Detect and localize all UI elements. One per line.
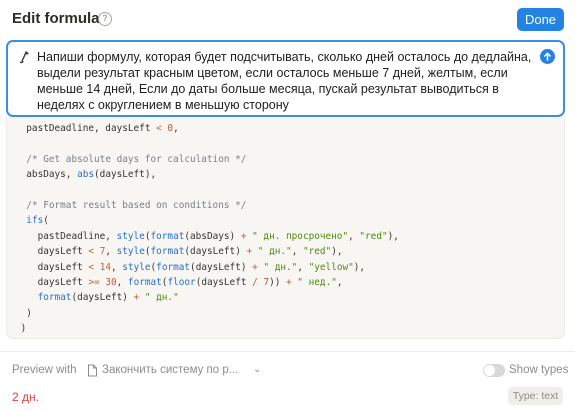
preview-result: 2 дн. bbox=[12, 390, 39, 404]
formula-header: Edit formula ? Done bbox=[0, 0, 575, 38]
code-line: pastDeadline, daysLeft < 0, bbox=[15, 123, 179, 134]
chevron-down-icon[interactable]: ⌄ bbox=[253, 364, 261, 375]
code-line: ) bbox=[15, 307, 32, 319]
preview-source-select[interactable]: Закончить систему по р... bbox=[102, 364, 238, 376]
code-line: absDays, abs(daysLeft), bbox=[15, 169, 157, 181]
ai-sparkle-icon bbox=[19, 51, 30, 64]
done-button[interactable]: Done bbox=[517, 8, 564, 31]
document-icon[interactable] bbox=[87, 364, 98, 377]
show-types-label: Show types bbox=[509, 364, 569, 376]
show-types-toggle[interactable] bbox=[483, 364, 505, 377]
code-line: /* Format result based on conditions */ bbox=[26, 199, 247, 211]
code-line: daysLeft >= 30, format(floor(daysLeft / … bbox=[15, 276, 343, 288]
page-title: Edit formula bbox=[12, 10, 100, 27]
toggle-knob bbox=[484, 365, 495, 376]
code-line: /* Get absolute days for calculation */ bbox=[26, 153, 247, 165]
code-line: ) bbox=[15, 323, 27, 335]
divider bbox=[0, 351, 575, 352]
type-badge: Type: text bbox=[508, 387, 563, 405]
preview-label: Preview with bbox=[12, 364, 77, 376]
code-line: pastDeadline, style(format(absDays) + " … bbox=[15, 230, 399, 242]
code-line: format(daysLeft) + " дн." bbox=[37, 292, 179, 304]
formula-code[interactable]: pastDeadline, daysLeft < 0, /* Get absol… bbox=[15, 121, 399, 338]
arrow-up-icon bbox=[544, 52, 551, 61]
code-line: ifs( bbox=[26, 215, 49, 227]
code-line: daysLeft < 7, style(format(daysLeft) + "… bbox=[15, 246, 343, 258]
question-circle-icon[interactable]: ? bbox=[98, 12, 112, 26]
code-line: ) bbox=[15, 336, 399, 338]
formula-code-editor[interactable]: pastDeadline, daysLeft < 0, /* Get absol… bbox=[6, 117, 565, 339]
ai-prompt-box[interactable]: Напиши формулу, которая будет подсчитыва… bbox=[6, 40, 565, 117]
code-line: daysLeft < 14, style(format(daysLeft) + … bbox=[15, 261, 366, 273]
send-button[interactable] bbox=[540, 49, 555, 64]
prompt-input[interactable]: Напиши формулу, которая будет подсчитыва… bbox=[37, 49, 533, 113]
